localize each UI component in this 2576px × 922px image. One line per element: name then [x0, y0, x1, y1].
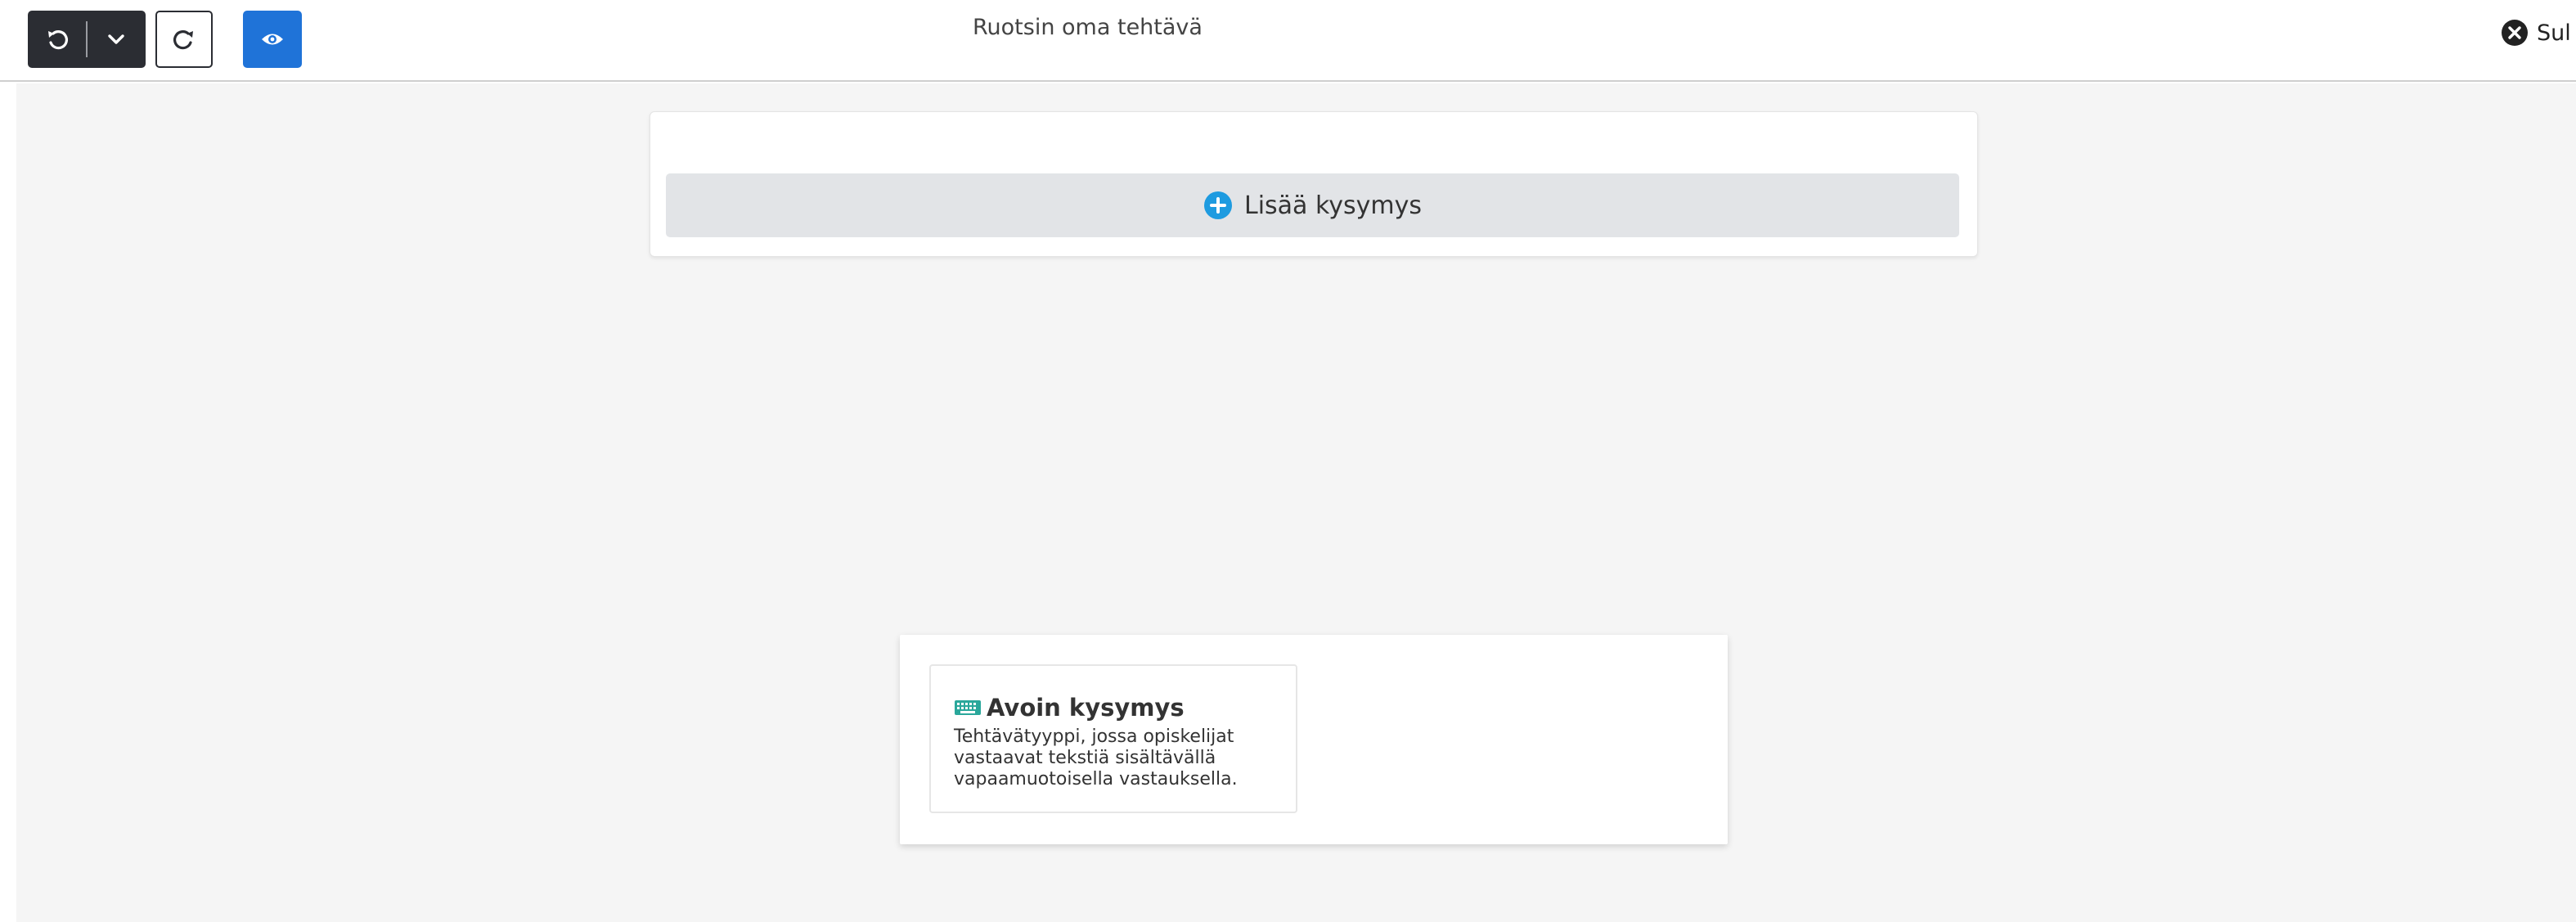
- redo-icon: [173, 30, 193, 50]
- close-label: Sul: [2537, 20, 2571, 46]
- add-question-label: Lisää kysymys: [1243, 191, 1423, 220]
- undo-history-dropdown[interactable]: [88, 11, 146, 68]
- close-circle-icon: [2502, 20, 2528, 46]
- chevron-down-icon: [108, 34, 125, 44]
- question-type-description: Tehtävätyyppi, jossa opiskelijat vastaav…: [954, 726, 1238, 789]
- top-toolbar: Ruotsin oma tehtävä Sul: [0, 0, 2576, 82]
- redo-button[interactable]: [155, 11, 213, 68]
- page-title: Ruotsin oma tehtävä: [973, 15, 1203, 40]
- add-question-button[interactable]: Lisää kysymys: [666, 173, 1959, 237]
- preview-button[interactable]: [243, 11, 302, 68]
- question-type-heading: Avoin kysymys: [954, 694, 1185, 722]
- question-type-title: Avoin kysymys: [987, 694, 1185, 722]
- question-type-open-question[interactable]: Avoin kysymys Tehtävätyyppi, jossa opisk…: [929, 664, 1297, 813]
- close-button[interactable]: Sul: [2501, 19, 2571, 47]
- undo-button-group: [28, 11, 146, 68]
- undo-icon: [47, 30, 68, 50]
- keyboard-icon: [955, 700, 981, 715]
- plus-circle-icon: [1203, 191, 1232, 219]
- undo-button[interactable]: [28, 11, 86, 68]
- eye-icon: [262, 34, 283, 45]
